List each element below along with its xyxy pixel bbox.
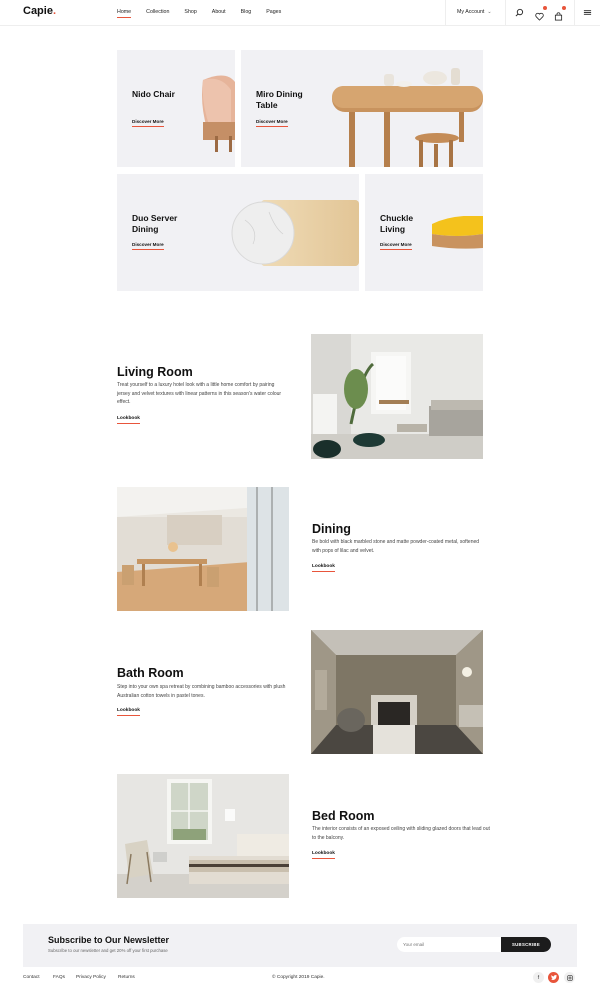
section-title-bath-room: Bath Room bbox=[117, 666, 184, 680]
discover-more-link[interactable]: Discover More bbox=[380, 242, 412, 250]
nav-shop[interactable]: Shop bbox=[184, 9, 196, 15]
discover-more-link[interactable]: Discover More bbox=[256, 119, 288, 127]
section-title-living-room: Living Room bbox=[117, 365, 193, 379]
product-title: Duo Server Dining bbox=[132, 213, 178, 234]
copyright-text: © Copyright 2019 Capie. bbox=[272, 975, 325, 980]
server-image bbox=[231, 200, 359, 266]
footer-link-contact[interactable]: Contact bbox=[23, 975, 40, 980]
header-divider bbox=[445, 0, 446, 26]
section-description: Treat yourself to a luxury hotel look wi… bbox=[117, 382, 282, 406]
menu-icon[interactable] bbox=[583, 8, 592, 17]
bath-room-photo bbox=[311, 630, 483, 754]
product-title: Nido Chair bbox=[132, 89, 175, 99]
newsletter-subtitle: Subscribe to our newsletter and get 20% … bbox=[48, 948, 168, 953]
chuckle-seat-image bbox=[432, 216, 483, 249]
nav-pages[interactable]: Pages bbox=[266, 9, 281, 15]
living-room-photo bbox=[311, 334, 483, 459]
bed-room-photo bbox=[117, 774, 289, 898]
section-title-bed-room: Bed Room bbox=[312, 809, 375, 823]
product-title: Miro Dining Table bbox=[256, 89, 303, 110]
footer-link-returns[interactable]: Returns bbox=[118, 975, 135, 980]
nav-about[interactable]: About bbox=[212, 9, 226, 15]
logo[interactable]: Capie. bbox=[23, 5, 56, 17]
wishlist-button[interactable] bbox=[535, 6, 547, 21]
section-title-dining: Dining bbox=[312, 522, 351, 536]
dining-table-image bbox=[332, 68, 483, 167]
lookbook-link[interactable]: Lookbook bbox=[312, 851, 335, 859]
newsletter-title: Subscribe to Our Newsletter bbox=[48, 935, 170, 945]
nav-collection[interactable]: Collection bbox=[146, 9, 169, 15]
section-description: The interior consists of an exposed ceil… bbox=[312, 826, 490, 841]
nav-home[interactable]: Home bbox=[117, 9, 132, 18]
main-nav: Home Collection Shop About Blog Pages bbox=[117, 9, 296, 18]
footer-link-faqs[interactable]: FAQs bbox=[53, 975, 65, 980]
chevron-down-icon: ⌄ bbox=[487, 9, 492, 15]
instagram-icon[interactable] bbox=[564, 972, 575, 983]
product-card-nido-chair[interactable]: Nido Chair Discover More bbox=[117, 50, 235, 167]
section-description: Be bold with black marbled stone and mat… bbox=[312, 539, 480, 554]
section-description: Step into your own spa retreat by combin… bbox=[117, 684, 286, 699]
facebook-icon[interactable]: f bbox=[533, 972, 544, 983]
product-card-chuckle-living[interactable]: Chuckle Living Discover More bbox=[365, 174, 483, 291]
footer-link-privacy-policy[interactable]: Privacy Policy bbox=[76, 975, 106, 980]
email-field[interactable] bbox=[397, 937, 501, 952]
heart-icon bbox=[535, 12, 544, 21]
newsletter-section: Subscribe to Our Newsletter Subscribe to… bbox=[23, 924, 577, 967]
lookbook-link[interactable]: Lookbook bbox=[117, 416, 140, 424]
lookbook-link[interactable]: Lookbook bbox=[312, 564, 335, 572]
subscribe-button[interactable]: SUBSCRIBE bbox=[501, 937, 551, 952]
cart-button[interactable] bbox=[554, 6, 566, 21]
discover-more-link[interactable]: Discover More bbox=[132, 242, 164, 250]
nav-blog[interactable]: Blog bbox=[241, 9, 252, 15]
header-divider bbox=[505, 0, 506, 26]
product-title: Chuckle Living bbox=[380, 213, 414, 234]
header-divider bbox=[574, 0, 575, 26]
wishlist-badge bbox=[543, 6, 547, 10]
site-header: Capie. Home Collection Shop About Blog P… bbox=[0, 0, 600, 26]
discover-more-link[interactable]: Discover More bbox=[132, 119, 164, 127]
search-icon[interactable] bbox=[515, 8, 524, 17]
twitter-icon[interactable] bbox=[548, 972, 559, 983]
cart-badge bbox=[562, 6, 566, 10]
product-card-miro-dining-table[interactable]: Miro Dining Table Discover More bbox=[241, 50, 483, 167]
my-account-dropdown[interactable]: My Account ⌄ bbox=[457, 9, 492, 15]
chair-image bbox=[202, 75, 235, 152]
dining-photo bbox=[117, 487, 289, 611]
cart-icon bbox=[554, 12, 563, 21]
lookbook-link[interactable]: Lookbook bbox=[117, 708, 140, 716]
product-card-duo-server-dining[interactable]: Duo Server Dining Discover More bbox=[117, 174, 359, 291]
